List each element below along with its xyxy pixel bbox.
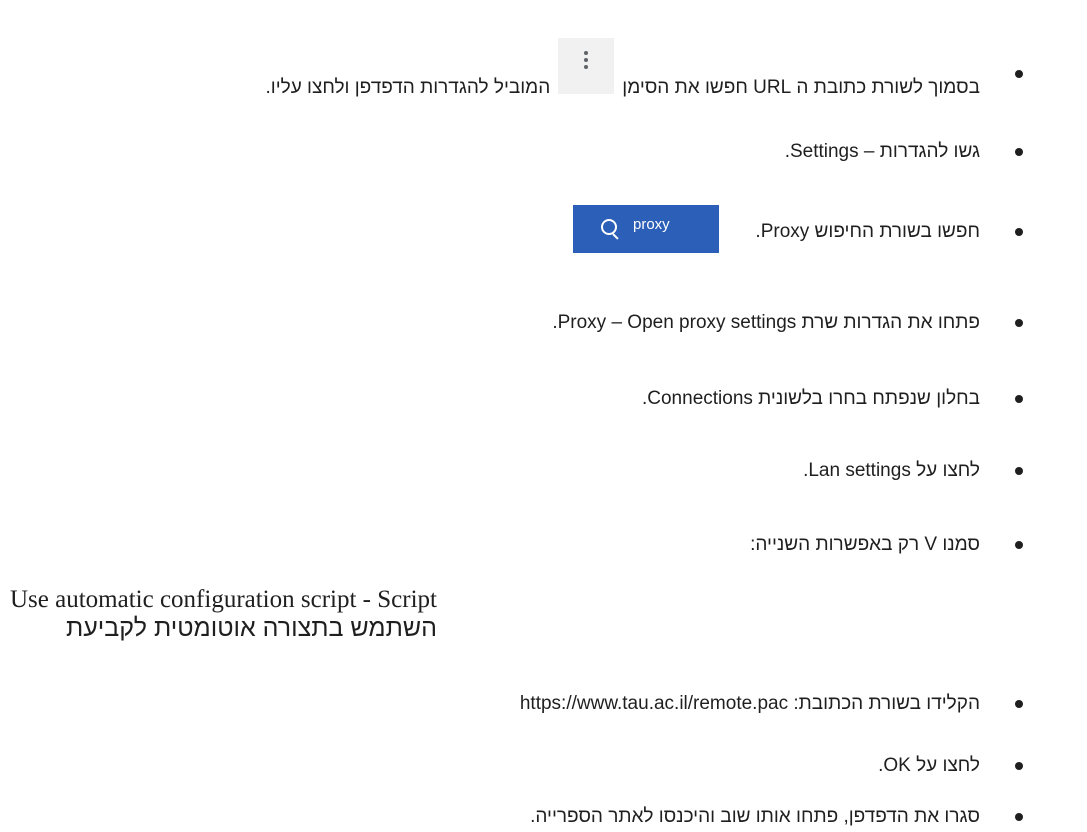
bullet bbox=[1015, 228, 1023, 236]
step-text: פתחו את הגדרות שרת Proxy – Open proxy se… bbox=[552, 312, 980, 333]
step-text: הקלידו בשורת הכתובת: https://www.tau.ac.… bbox=[519, 693, 980, 714]
search-icon bbox=[601, 219, 617, 235]
step-text-before-icon: בסמוך לשורת כתובת ה URL חפשו את הסימן bbox=[622, 77, 980, 99]
list-item: חפשו בשורת החיפוש Proxy. bbox=[0, 218, 1055, 246]
option-line-hebrew: השתמש בתצורה אוטומטית לקביעת bbox=[65, 614, 437, 642]
step-text: חפשו בשורת החיפוש Proxy. bbox=[755, 221, 980, 242]
step-text: סגרו את הדפדפן, פתחו אותו שוב והיכנסו לא… bbox=[530, 806, 980, 827]
list-item: בסמוך לשורת כתובת ה URL חפשו את הסימן המו… bbox=[0, 38, 1055, 98]
kebab-menu-icon bbox=[583, 51, 589, 72]
list-item: לחצו על OK. bbox=[0, 752, 1055, 780]
search-icon-handle bbox=[612, 233, 619, 240]
step-text: לחצו על OK. bbox=[878, 755, 980, 776]
option-line-english: Use automatic configuration script - Scr… bbox=[10, 586, 437, 613]
list-item: פתחו את הגדרות שרת Proxy – Open proxy se… bbox=[0, 309, 1055, 337]
bullet bbox=[1015, 762, 1023, 770]
bullet bbox=[1015, 148, 1023, 156]
bullet bbox=[1015, 700, 1023, 708]
list-item: גשו להגדרות – Settings. bbox=[0, 138, 1055, 166]
step-text: בסמוך לשורת כתובת ה URL חפשו את הסימן המו… bbox=[265, 38, 980, 116]
list-item: לחצו על Lan settings. bbox=[0, 457, 1055, 485]
bullet bbox=[1015, 395, 1023, 403]
kebab-menu-chip bbox=[558, 38, 615, 94]
option-line: Use automatic configuration script - Scr… bbox=[10, 586, 437, 643]
bullet bbox=[1015, 541, 1023, 549]
search-box-text: proxy bbox=[633, 216, 670, 233]
proxy-search-box: proxy bbox=[573, 205, 719, 253]
step-text: סמנו V רק באפשרות השנייה: bbox=[750, 534, 980, 555]
bullet bbox=[1015, 70, 1023, 78]
bullet bbox=[1015, 319, 1023, 327]
step-text: בחלון שנפתח בחרו בלשונית Connections. bbox=[641, 388, 980, 409]
list-item: בחלון שנפתח בחרו בלשונית Connections. bbox=[0, 385, 1055, 413]
step-text-after-icon: המוביל להגדרות הדפדפן ולחצו עליו. bbox=[265, 77, 551, 99]
list-item: סמנו V רק באפשרות השנייה: bbox=[0, 531, 1055, 559]
bullet bbox=[1015, 813, 1023, 821]
step-text: לחצו על Lan settings. bbox=[803, 460, 980, 481]
list-item: הקלידו בשורת הכתובת: https://www.tau.ac.… bbox=[0, 690, 1055, 718]
list-item: סגרו את הדפדפן, פתחו אותו שוב והיכנסו לא… bbox=[0, 803, 1055, 831]
step-text: גשו להגדרות – Settings. bbox=[784, 141, 980, 162]
bullet bbox=[1015, 467, 1023, 475]
